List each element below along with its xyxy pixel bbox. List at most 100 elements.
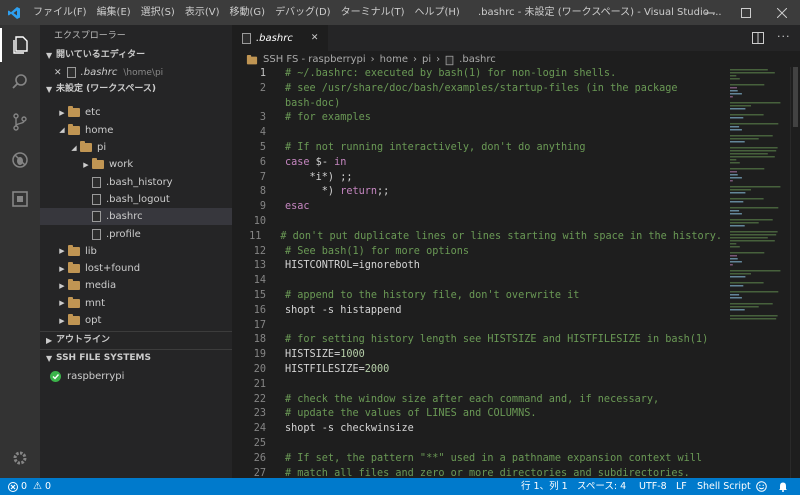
code-line: 6 case $- in: [232, 156, 722, 171]
code-line: 1 # ~/.bashrc: executed by bash(1) for no…: [232, 67, 722, 82]
tree-item-label: lost+found: [85, 263, 141, 275]
line-number: 2: [259, 82, 266, 94]
explorer-icon[interactable]: [0, 28, 40, 62]
code-line: 20 HISTFILESIZE=2000: [232, 363, 722, 378]
menu-item-0[interactable]: ファイル(F): [28, 0, 92, 25]
line-text: HISTFILESIZE=2000: [266, 363, 389, 378]
line-ending[interactable]: LF: [676, 478, 687, 495]
menu-item-7[interactable]: ヘルプ(H): [410, 0, 465, 25]
tree-item[interactable]: .bashrc: [40, 208, 232, 226]
code-line: 4: [232, 126, 722, 141]
minimap-line: [730, 318, 777, 320]
ssh-connection-item[interactable]: raspberrypi: [40, 368, 232, 385]
code-line: 8 *) return;;: [232, 185, 722, 200]
tab-bashrc[interactable]: .bashrc ✕: [232, 25, 328, 51]
scrollbar[interactable]: [790, 67, 800, 478]
sidebar-title: エクスプローラー: [54, 31, 126, 41]
minimap-line: [730, 264, 733, 266]
minimap-line: [730, 231, 778, 233]
line-number: 16: [253, 304, 266, 316]
line-number: 27: [253, 467, 266, 478]
minimap-line: [730, 75, 737, 77]
close-icon[interactable]: ✕: [54, 68, 62, 78]
tree-item[interactable]: .profile: [40, 225, 232, 242]
code-line: 18 # for setting history length see HISTS…: [232, 333, 722, 348]
tree-item[interactable]: ▶ lost+found: [40, 260, 232, 277]
workspace-header[interactable]: ▼ 未設定 (ワークスペース): [40, 81, 232, 99]
code-line: 13 HISTCONTROL=ignoreboth: [232, 259, 722, 274]
code-token: # for examples: [285, 112, 371, 124]
tree-item[interactable]: ▶ work: [40, 156, 232, 173]
line-text: esac: [266, 200, 310, 215]
open-editor-item[interactable]: ✕ .bashrc \home\pi: [40, 64, 232, 81]
line-text: [266, 437, 285, 452]
minimap-line: [730, 207, 779, 209]
tree-item[interactable]: .bash_logout: [40, 191, 232, 208]
minimize-button[interactable]: [692, 0, 728, 25]
settings-gear-icon[interactable]: [0, 441, 40, 475]
tree-item[interactable]: .bash_history: [40, 173, 232, 190]
chevron-right-icon: ▶: [83, 160, 89, 169]
notifications-bell-icon[interactable]: [778, 478, 788, 495]
tree-item[interactable]: ▶ etc: [40, 104, 232, 121]
code-token: in: [334, 156, 347, 168]
line-text: *) return;;: [266, 185, 390, 200]
more-actions-icon[interactable]: ···: [777, 30, 791, 43]
menu-item-4[interactable]: 移動(G): [225, 0, 271, 25]
debug-icon[interactable]: [0, 143, 40, 177]
code-editor[interactable]: 1 # ~/.bashrc: executed by bash(1) for no…: [232, 67, 722, 478]
menu-item-1[interactable]: 編集(E): [92, 0, 136, 25]
minimap[interactable]: [728, 67, 790, 478]
minimap-line: [730, 243, 737, 245]
cursor-position[interactable]: 行 1、列 1: [521, 478, 568, 495]
source-control-icon[interactable]: [0, 105, 40, 139]
open-editors-header[interactable]: ▼ 開いているエディター: [40, 47, 232, 64]
file-icon: [66, 67, 76, 79]
search-icon[interactable]: [0, 65, 40, 99]
maximize-button[interactable]: [728, 0, 764, 25]
menu-item-3[interactable]: 表示(V): [180, 0, 225, 25]
line-text: [266, 126, 285, 141]
language-mode[interactable]: Shell Script: [697, 478, 751, 495]
menu-item-2[interactable]: 選択(S): [136, 0, 180, 25]
minimap-line: [730, 186, 781, 188]
minimap-line: [730, 285, 744, 287]
outline-header[interactable]: ▶ アウトライン: [40, 331, 232, 349]
tree-item[interactable]: ◢ home: [40, 122, 232, 139]
line-text: # don't put duplicate lines or lines sta…: [261, 230, 722, 245]
file-icon: [445, 55, 454, 65]
feedback-smiley-icon[interactable]: [756, 478, 767, 495]
minimap-line: [730, 189, 751, 191]
close-tab-icon[interactable]: ✕: [311, 33, 319, 43]
code-line: 15 # append to the history file, don't ov…: [232, 289, 722, 304]
line-number: 15: [253, 289, 266, 301]
chevron-right-icon: ▶: [59, 264, 65, 273]
code-token: 2000: [364, 363, 390, 375]
tab-bar: .bashrc ✕ ···: [232, 25, 800, 51]
minimap-line: [730, 108, 746, 110]
ssh-file-systems-header[interactable]: ▼ SSH FILE SYSTEMS: [40, 349, 232, 367]
line-number: 7: [259, 171, 266, 183]
tree-item[interactable]: ▶ opt: [40, 312, 232, 329]
problems-indicator[interactable]: 0 ⚠ 0: [8, 478, 51, 495]
minimap-line: [730, 171, 737, 173]
split-editor-icon[interactable]: [752, 32, 764, 47]
minimap-line: [730, 84, 765, 86]
chevron-right-icon: ▶: [59, 281, 65, 290]
tree-item[interactable]: ▶ mnt: [40, 295, 232, 312]
tree-item[interactable]: ▶ lib: [40, 243, 232, 260]
menu-item-6[interactable]: ターミナル(T): [336, 0, 410, 25]
menu-item-5[interactable]: デバッグ(D): [270, 0, 336, 25]
tree-item[interactable]: ◢ pi: [40, 139, 232, 156]
chevron-right-icon: ▶: [59, 247, 65, 256]
minimap-line: [730, 306, 759, 308]
close-window-button[interactable]: [764, 0, 800, 25]
indentation[interactable]: スペース: 4: [577, 478, 626, 495]
encoding[interactable]: UTF-8: [639, 478, 667, 495]
folder-icon: [68, 244, 80, 256]
minimap-line: [730, 303, 773, 305]
extensions-icon[interactable]: [0, 182, 40, 216]
minimap-line: [730, 201, 744, 203]
status-bar: 0 ⚠ 0 行 1、列 1 スペース: 4 UTF-8 LF Shell Scr…: [0, 478, 800, 495]
tree-item[interactable]: ▶ media: [40, 277, 232, 294]
